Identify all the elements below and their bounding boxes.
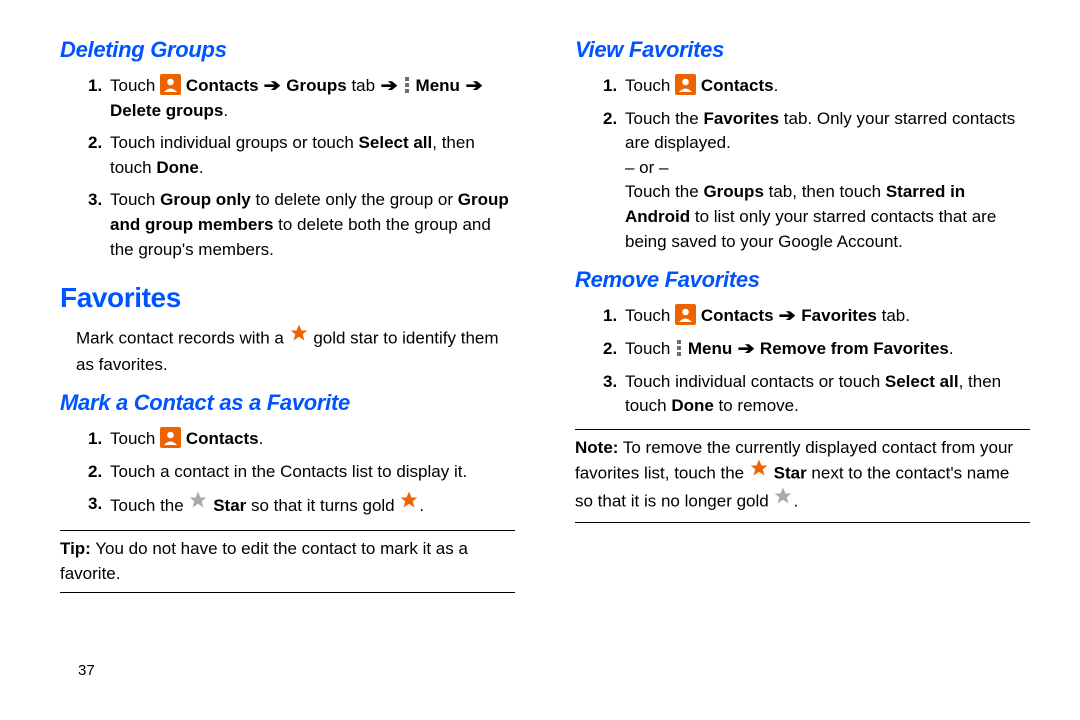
arrow-icon: ➔ [264, 74, 281, 99]
right-column: View Favorites 1. Touch Contacts. 2. Tou… [575, 30, 1030, 601]
steps-deleting-groups: 1. Touch Contacts ➔ Groups tab ➔ Menu ➔ … [60, 74, 515, 262]
arrow-icon: ➔ [380, 74, 397, 99]
step-number: 2. [88, 131, 102, 156]
list-item: 2. Touch a contact in the Contacts list … [88, 460, 515, 485]
contacts-icon [675, 74, 696, 95]
steps-remove-favorites: 1. Touch Contacts ➔ Favorites tab. 2. To… [575, 304, 1030, 419]
tip-body: You do not have to edit the contact to m… [60, 539, 468, 583]
tip-label: Tip: [60, 539, 91, 558]
step-number: 1. [88, 427, 102, 452]
list-item: 1. Touch Contacts. [88, 427, 515, 452]
step-text: Touch Contacts. [625, 76, 778, 95]
step-number: 1. [603, 304, 617, 329]
star-gray-icon [773, 486, 793, 514]
step-text: Touch the Favorites tab. Only your starr… [625, 109, 1015, 251]
menu-icon [677, 340, 681, 356]
arrow-icon: ➔ [738, 337, 755, 362]
menu-icon [405, 77, 409, 93]
star-gray-icon [188, 490, 208, 518]
step-text: Touch the Star so that it turns gold . [110, 496, 424, 515]
steps-view-favorites: 1. Touch Contacts. 2. Touch the Favorite… [575, 74, 1030, 254]
step-text: Touch Contacts ➔ Groups tab ➔ Menu ➔ Del… [110, 76, 483, 120]
heading-favorites: Favorites [60, 278, 515, 319]
step-number: 2. [88, 460, 102, 485]
step-text: Touch Contacts. [110, 429, 263, 448]
list-item: 2. Touch Menu ➔ Remove from Favorites. [603, 337, 1030, 362]
star-gold-icon [289, 323, 309, 351]
left-column: Deleting Groups 1. Touch Contacts ➔ Grou… [60, 30, 515, 601]
step-text: Touch Menu ➔ Remove from Favorites. [625, 339, 954, 358]
step-number: 3. [88, 492, 102, 517]
step-text: Touch a contact in the Contacts list to … [110, 462, 467, 481]
step-text: Touch Group only to delete only the grou… [110, 190, 509, 258]
star-gold-icon [749, 458, 769, 486]
paragraph: Mark contact records with a gold star to… [76, 325, 515, 377]
arrow-icon: ➔ [779, 304, 796, 329]
step-number: 3. [88, 188, 102, 213]
contacts-icon [160, 74, 181, 95]
steps-mark-favorite: 1. Touch Contacts. 2. Touch a contact in… [60, 427, 515, 520]
heading-remove-favorites: Remove Favorites [575, 264, 1030, 296]
step-number: 2. [603, 107, 617, 132]
step-text: Touch individual groups or touch Select … [110, 133, 475, 177]
step-text: Touch Contacts ➔ Favorites tab. [625, 306, 910, 325]
step-text: Touch individual contacts or touch Selec… [625, 372, 1001, 416]
list-item: 1. Touch Contacts ➔ Groups tab ➔ Menu ➔ … [88, 74, 515, 123]
step-number: 2. [603, 337, 617, 362]
page-content: Deleting Groups 1. Touch Contacts ➔ Grou… [0, 0, 1080, 611]
page-number: 37 [78, 660, 95, 682]
contacts-icon [675, 304, 696, 325]
note-box: Note: To remove the currently displayed … [575, 429, 1030, 523]
contacts-icon [160, 427, 181, 448]
note-label: Note: [575, 438, 618, 457]
tip-box: Tip: You do not have to edit the contact… [60, 530, 515, 593]
heading-mark-favorite: Mark a Contact as a Favorite [60, 387, 515, 419]
list-item: 3. Touch individual contacts or touch Se… [603, 370, 1030, 419]
arrow-icon: ➔ [465, 74, 482, 99]
list-item: 1. Touch Contacts ➔ Favorites tab. [603, 304, 1030, 329]
star-gold-icon [399, 490, 419, 518]
heading-deleting-groups: Deleting Groups [60, 34, 515, 66]
list-item: 2. Touch the Favorites tab. Only your st… [603, 107, 1030, 255]
list-item: 3. Touch Group only to delete only the g… [88, 188, 515, 262]
list-item: 3. Touch the Star so that it turns gold … [88, 492, 515, 520]
heading-view-favorites: View Favorites [575, 34, 1030, 66]
step-number: 1. [603, 74, 617, 99]
step-number: 1. [88, 74, 102, 99]
list-item: 1. Touch Contacts. [603, 74, 1030, 99]
step-number: 3. [603, 370, 617, 395]
list-item: 2. Touch individual groups or touch Sele… [88, 131, 515, 180]
